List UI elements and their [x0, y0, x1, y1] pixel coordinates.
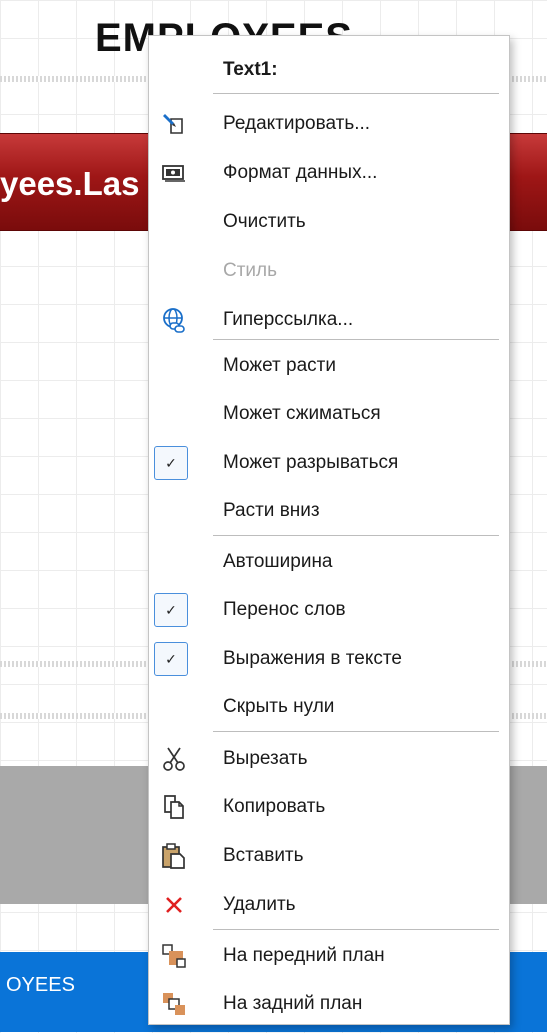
menu-item-label: На передний план [223, 945, 385, 966]
menu-item-label: Вставить [223, 845, 304, 866]
checkmark-icon: ✓ [154, 593, 188, 627]
menu-separator [213, 929, 499, 930]
menu-item-can-grow[interactable]: Может расти [149, 342, 509, 390]
menu-item-label: Расти вниз [223, 500, 320, 521]
format-icon [161, 160, 187, 186]
menu-item-format[interactable]: Формат данных... [149, 149, 509, 197]
menu-item-word-wrap[interactable]: ✓ Перенос слов [149, 586, 509, 634]
context-menu: Text1: Редактировать... Формат данных...… [148, 35, 510, 1025]
menu-item-can-shrink[interactable]: Может сжиматься [149, 390, 509, 438]
menu-item-cut[interactable]: Вырезать [149, 735, 509, 783]
page-footer-text[interactable]: OYEES [6, 974, 75, 997]
menu-item-bring-to-front[interactable]: На передний план [149, 932, 509, 980]
menu-item-label: Может расти [223, 355, 336, 376]
menu-item-clear[interactable]: Очистить [149, 198, 509, 246]
menu-item-label: Стиль [223, 260, 278, 281]
menu-separator [213, 731, 499, 732]
menu-item-hyperlink[interactable]: Гиперссылка... [149, 296, 509, 344]
menu-separator [213, 93, 499, 94]
menu-item-label: Может разрываться [223, 452, 399, 473]
paste-icon [161, 843, 187, 869]
menu-item-label: Скрыть нули [223, 696, 335, 717]
menu-header: Text1: [149, 46, 509, 94]
menu-item-label: Удалить [223, 894, 296, 915]
menu-item-label: Выражения в тексте [223, 648, 402, 669]
menu-item-edit[interactable]: Редактировать... [149, 100, 509, 148]
menu-item-send-to-back[interactable]: На задний план [149, 980, 509, 1028]
menu-item-allow-expressions[interactable]: ✓ Выражения в тексте [149, 635, 509, 683]
menu-item-style: Стиль [149, 247, 509, 295]
menu-item-label: Гиперссылка... [223, 309, 354, 330]
menu-item-can-break[interactable]: ✓ Может разрываться [149, 439, 509, 487]
menu-item-label: На задний план [223, 993, 363, 1014]
data-band-text[interactable]: yees.Las [0, 165, 139, 203]
menu-item-label: Вырезать [223, 748, 308, 769]
menu-item-label: Может сжиматься [223, 403, 381, 424]
menu-item-grow-to-bottom[interactable]: Расти вниз [149, 487, 509, 535]
menu-item-auto-width[interactable]: Автоширина [149, 538, 509, 586]
checkmark-icon: ✓ [154, 446, 188, 480]
menu-separator [213, 339, 499, 340]
menu-separator [213, 535, 499, 536]
cut-icon [161, 746, 187, 772]
delete-icon [161, 892, 187, 918]
menu-item-label: Очистить [223, 211, 306, 232]
edit-icon [161, 111, 187, 137]
hyperlink-icon [161, 307, 187, 333]
copy-icon [161, 794, 187, 820]
menu-item-paste[interactable]: Вставить [149, 832, 509, 880]
menu-item-label: Копировать [223, 796, 326, 817]
menu-item-delete[interactable]: Удалить [149, 881, 509, 929]
bring-to-front-icon [161, 943, 187, 969]
menu-item-copy[interactable]: Копировать [149, 783, 509, 831]
menu-item-label: Перенос слов [223, 599, 346, 620]
menu-item-label: Автоширина [223, 551, 333, 572]
menu-item-label: Редактировать... [223, 113, 371, 134]
menu-item-hide-zeros[interactable]: Скрыть нули [149, 683, 509, 731]
checkmark-icon: ✓ [154, 642, 188, 676]
menu-header-label: Text1: [223, 59, 278, 80]
menu-item-label: Формат данных... [223, 162, 378, 183]
send-to-back-icon [161, 991, 187, 1017]
